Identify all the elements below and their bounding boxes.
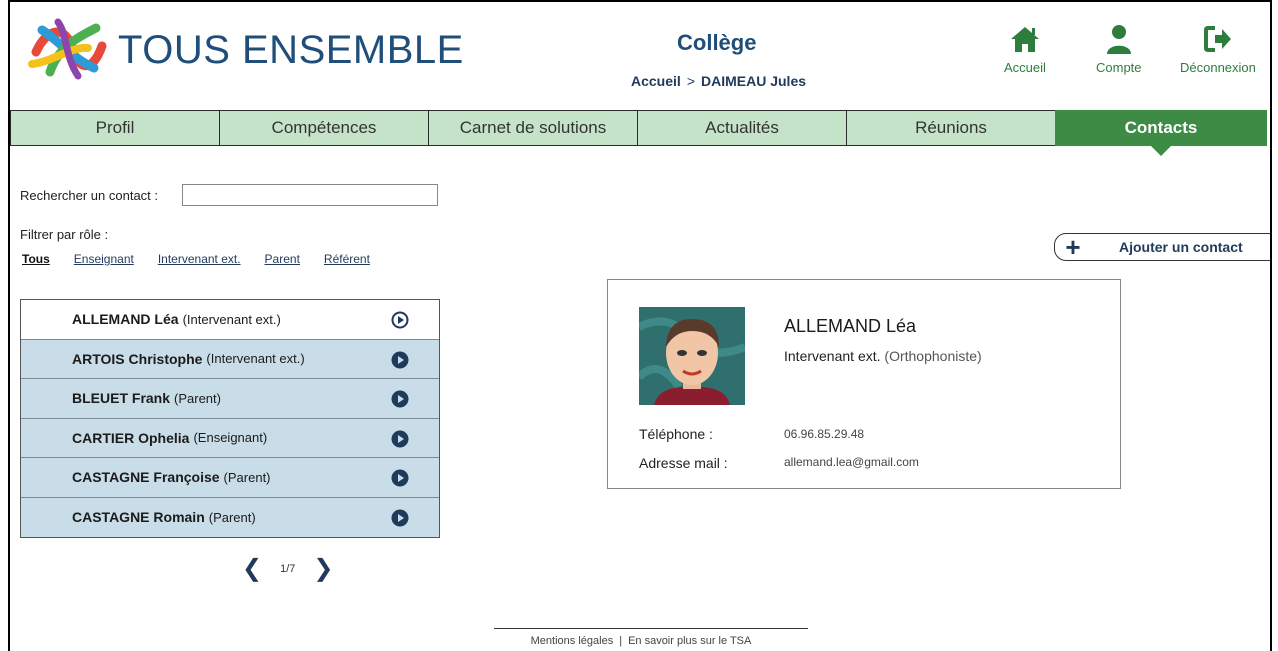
tab-carnet[interactable]: Carnet de solutions — [428, 110, 637, 146]
play-circle-icon[interactable] — [391, 311, 409, 329]
filter-all[interactable]: Tous — [22, 252, 50, 266]
filter-parent[interactable]: Parent — [265, 252, 300, 266]
play-circle-icon[interactable] — [391, 509, 409, 527]
filter-label: Filtrer par rôle : — [20, 227, 109, 242]
phone-value: 06.96.85.29.48 — [784, 427, 865, 441]
footer-divider — [494, 628, 808, 629]
user-icon — [1106, 25, 1131, 54]
search-input[interactable] — [182, 184, 438, 206]
filter-external[interactable]: Intervenant ext. — [158, 252, 241, 266]
chevron-left-icon[interactable]: ❮ — [242, 554, 262, 583]
contact-row[interactable]: BLEUET Frank (Parent) — [21, 379, 439, 419]
plus-icon: + — [1065, 232, 1081, 262]
tab-contacts[interactable]: Contacts — [1055, 110, 1267, 156]
filter-teacher[interactable]: Enseignant — [74, 252, 134, 266]
tab-actualites[interactable]: Actualités — [637, 110, 846, 146]
contact-role: (Intervenant ext.) — [182, 311, 281, 327]
contact-name: CASTAGNE Françoise — [72, 469, 220, 486]
tab-competences[interactable]: Compétences — [219, 110, 428, 146]
pagination: ❮ 1/7 ❯ — [242, 554, 334, 583]
logo-icon — [28, 18, 107, 80]
logout-nav-label: Déconnexion — [1180, 60, 1256, 75]
contact-role: (Parent) — [208, 509, 256, 525]
home-nav-button[interactable]: Accueil — [1004, 24, 1046, 75]
account-nav-button[interactable]: Compte — [1096, 24, 1142, 75]
about-tsa-link[interactable]: En savoir plus sur le TSA — [628, 635, 751, 647]
contact-role: (Intervenant ext.) — [206, 351, 305, 367]
detail-specialty: (Orthophoniste) — [884, 348, 982, 364]
main-tabs: Profil Compétences Carnet de solutions A… — [10, 110, 1274, 156]
contact-row[interactable]: ARTOIS Christophe (Intervenant ext.) — [21, 339, 439, 379]
tab-reunions[interactable]: Réunions — [846, 110, 1055, 146]
email-label: Adresse mail : — [639, 455, 728, 471]
search-label: Rechercher un contact : — [20, 188, 159, 203]
contact-name: ARTOIS Christophe — [72, 350, 203, 367]
logout-nav-button[interactable]: Déconnexion — [1180, 24, 1256, 75]
detail-name: ALLEMAND Léa — [784, 316, 917, 336]
logout-icon — [1203, 26, 1231, 52]
phone-label: Téléphone : — [639, 426, 713, 442]
legal-link[interactable]: Mentions légales — [531, 635, 614, 647]
contact-row[interactable]: CASTAGNE Romain (Parent) — [21, 497, 439, 537]
breadcrumb-current: DAIMEAU Jules — [701, 73, 807, 89]
page-title: Collège — [677, 30, 757, 55]
play-circle-icon[interactable] — [391, 469, 409, 487]
contact-row[interactable]: ALLEMAND Léa (Intervenant ext.) — [21, 300, 439, 340]
contact-role: (Enseignant) — [193, 430, 268, 446]
chevron-right-icon[interactable]: ❯ — [313, 554, 333, 583]
breadcrumb-home[interactable]: Accueil — [631, 73, 681, 89]
detail-role: Intervenant ext. (Orthophoniste) — [784, 348, 982, 364]
contact-list: ALLEMAND Léa (Intervenant ext.) ARTOIS C… — [20, 299, 440, 538]
contact-role: (Parent) — [174, 390, 221, 406]
avatar — [639, 307, 745, 405]
filter-referent[interactable]: Référent — [324, 252, 370, 266]
contact-row[interactable]: CASTAGNE Françoise (Parent) — [21, 458, 439, 498]
brand-title: TOUS ENSEMBLE — [118, 28, 464, 72]
email-value: allemand.lea@gmail.com — [784, 455, 919, 469]
contact-row[interactable]: CARTIER Ophelia (Enseignant) — [21, 418, 439, 458]
play-circle-icon[interactable] — [391, 430, 409, 448]
play-circle-icon[interactable] — [391, 390, 409, 408]
contact-name: CASTAGNE Romain — [72, 509, 205, 526]
add-contact-button[interactable]: + Ajouter un contact — [1054, 232, 1270, 262]
footer-separator: | — [619, 635, 623, 647]
add-contact-label: Ajouter un contact — [1119, 239, 1243, 255]
home-icon — [1010, 27, 1039, 52]
detail-role-name: Intervenant ext. — [784, 348, 881, 364]
contact-name: ALLEMAND Léa — [72, 311, 179, 328]
header: TOUS ENSEMBLE Collège Accueil > DAIMEAU Ju… — [10, 2, 1270, 110]
home-nav-label: Accueil — [1004, 60, 1046, 75]
app-frame: TOUS ENSEMBLE Collège Accueil > DAIMEAU Ju… — [8, 0, 1272, 651]
breadcrumb-separator: > — [686, 73, 695, 89]
contact-role: (Parent) — [223, 469, 271, 485]
breadcrumb: Accueil > DAIMEAU Jules — [631, 73, 806, 89]
footer: Mentions légales | En savoir plus sur le T… — [10, 635, 1270, 647]
contact-detail-card: ALLEMAND Léa Intervenant ext. (Orthophon… — [607, 279, 1121, 489]
play-circle-icon[interactable] — [391, 351, 409, 369]
contact-name: CARTIER Ophelia — [72, 429, 190, 446]
tab-profil[interactable]: Profil — [10, 110, 219, 146]
role-filters: Tous Enseignant Intervenant ext. Parent … — [22, 252, 394, 266]
page-indicator: 1/7 — [280, 562, 296, 575]
contact-name: BLEUET Frank — [72, 390, 171, 407]
account-nav-label: Compte — [1096, 60, 1142, 75]
